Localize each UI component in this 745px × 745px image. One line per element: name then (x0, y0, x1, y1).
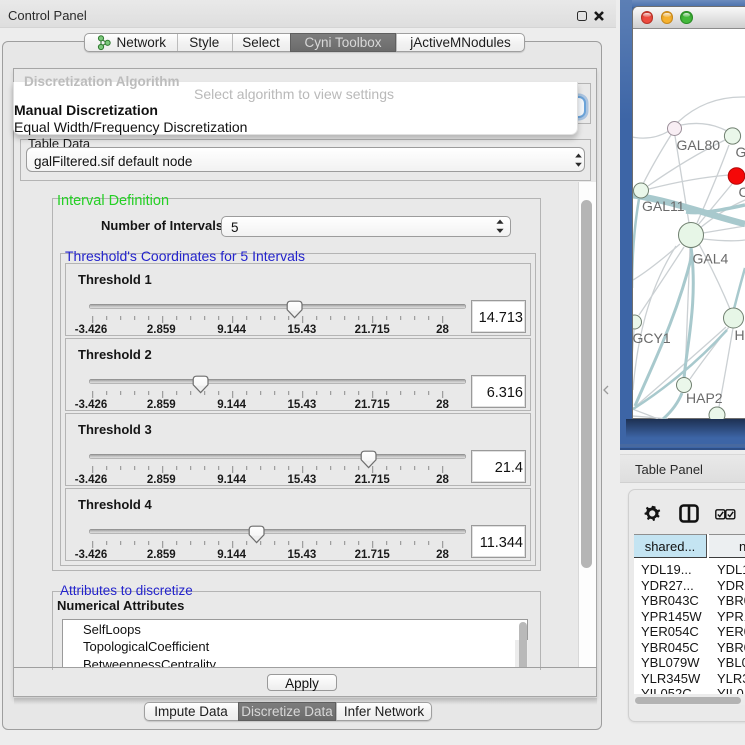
svg-text:H: H (735, 327, 745, 343)
svg-text:GAL80: GAL80 (677, 137, 721, 153)
svg-text:GCY1: GCY1 (633, 330, 671, 346)
svg-text:GA: GA (736, 144, 745, 160)
svg-text:C: C (739, 184, 745, 200)
svg-text:GAL4: GAL4 (693, 251, 729, 267)
svg-text:GAL11: GAL11 (642, 198, 685, 214)
svg-text:HAP2: HAP2 (686, 390, 723, 406)
